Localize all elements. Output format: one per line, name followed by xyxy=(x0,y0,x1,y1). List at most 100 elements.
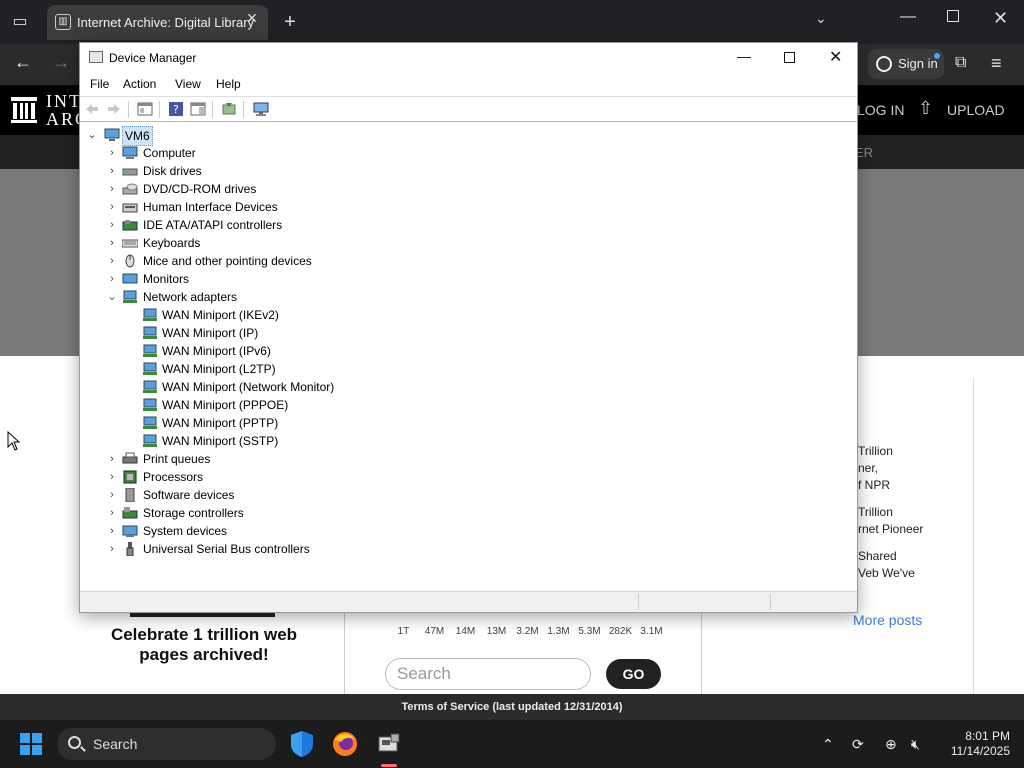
chevron-right-icon[interactable]: › xyxy=(107,504,117,522)
browser-close-button[interactable]: ✕ xyxy=(993,8,1008,29)
tab-close-icon[interactable]: ✕ xyxy=(244,10,260,26)
tree-item-dvd-drives[interactable]: › DVD/CD-ROM drives xyxy=(80,180,380,198)
tree-child-wan-ikev2[interactable]: WAN Miniport (IKEv2) xyxy=(80,306,480,324)
ia-upload-link[interactable]: UPLOAD xyxy=(947,102,1005,118)
ia-login-link[interactable]: LOG IN xyxy=(857,102,904,118)
tree-child-wan-pppoe[interactable]: WAN Miniport (PPPOE) xyxy=(80,396,480,414)
back-icon[interactable] xyxy=(84,101,100,117)
forward-icon[interactable] xyxy=(106,101,122,117)
tree-child-wan-ipv6[interactable]: WAN Miniport (IPv6) xyxy=(80,342,480,360)
chevron-right-icon[interactable]: › xyxy=(107,198,117,216)
browser-maximize-button[interactable] xyxy=(947,10,959,22)
browser-tab[interactable]: ▥ Internet Archive: Digital Library xyxy=(47,5,268,40)
tree-child-wan-l2tp[interactable]: WAN Miniport (L2TP) xyxy=(80,360,480,378)
tab-list-chevron-icon[interactable]: ⌄ xyxy=(815,10,827,27)
volume-muted-icon[interactable]: 🔇︎ xyxy=(911,736,920,753)
tree-item-monitors[interactable]: › Monitors xyxy=(80,270,380,288)
chevron-right-icon[interactable]: › xyxy=(107,180,117,198)
blog-post-line[interactable]: Trillion xyxy=(858,443,893,460)
chevron-right-icon[interactable]: › xyxy=(107,252,117,270)
chevron-right-icon[interactable]: › xyxy=(107,486,117,504)
network-globe-icon[interactable]: ⊕ xyxy=(885,736,897,753)
tree-item-storage-controllers[interactable]: › Storage controllers xyxy=(80,504,380,522)
tree-item-processors[interactable]: › Processors xyxy=(80,468,380,486)
minimize-button[interactable]: — xyxy=(737,48,751,64)
tree-item-computer[interactable]: › Computer xyxy=(80,144,380,162)
ia-go-button[interactable]: GO xyxy=(606,659,661,689)
media-count[interactable]: 14M xyxy=(450,626,481,637)
sign-in-button[interactable]: Sign in xyxy=(868,49,944,79)
system-clock[interactable]: 8:01 PM 11/14/2025 xyxy=(940,729,1010,759)
sync-update-icon[interactable]: ⟳ xyxy=(852,736,864,753)
blog-post-line[interactable]: Veb We've xyxy=(858,565,915,582)
tab-actions-icon[interactable]: ▭ xyxy=(8,10,32,34)
device-manager-titlebar[interactable]: Device Manager — ✕ xyxy=(80,43,857,73)
new-tab-icon[interactable]: + xyxy=(280,10,300,34)
tree-item-print-queues[interactable]: › Print queues xyxy=(80,450,380,468)
chevron-right-icon[interactable]: › xyxy=(107,540,117,558)
back-arrow-icon[interactable]: ← xyxy=(14,52,32,73)
forward-arrow-icon[interactable]: → xyxy=(52,52,70,73)
taskbar-search-box[interactable]: Search xyxy=(57,728,276,760)
tree-item-system-devices[interactable]: › System devices xyxy=(80,522,380,540)
media-count[interactable]: 3.2M xyxy=(512,626,543,637)
menu-view[interactable]: View xyxy=(175,77,201,91)
help-icon[interactable]: ? xyxy=(168,101,184,117)
tree-item-mice[interactable]: › Mice and other pointing devices xyxy=(80,252,380,270)
tree-item-keyboards[interactable]: › Keyboards xyxy=(80,234,380,252)
media-count[interactable]: 3.1M xyxy=(636,626,667,637)
upload-arrow-icon[interactable]: ⇧ xyxy=(918,98,933,119)
chevron-down-icon[interactable]: ⌄ xyxy=(87,126,97,144)
chevron-right-icon[interactable]: › xyxy=(107,144,117,162)
windows-security-shield-icon[interactable] xyxy=(286,728,318,760)
properties-pane-icon[interactable] xyxy=(190,101,206,117)
tree-root[interactable]: ⌄ VM6 xyxy=(80,126,280,146)
menu-action[interactable]: Action xyxy=(123,77,156,91)
tree-item-usb-controllers[interactable]: › Universal Serial Bus controllers xyxy=(80,540,380,558)
tree-item-hid[interactable]: › Human Interface Devices xyxy=(80,198,380,216)
chevron-right-icon[interactable]: › xyxy=(107,468,117,486)
ia-temple-logo-icon[interactable] xyxy=(10,95,38,125)
blog-post-line[interactable]: ner, xyxy=(858,460,878,477)
chevron-right-icon[interactable]: › xyxy=(107,234,117,252)
tree-child-wan-pptp[interactable]: WAN Miniport (PPTP) xyxy=(80,414,480,432)
menu-file[interactable]: File xyxy=(90,77,109,91)
tree-item-ide-controllers[interactable]: › IDE ATA/ATAPI controllers xyxy=(80,216,380,234)
media-count[interactable]: 1T xyxy=(388,626,419,637)
blog-post-line[interactable]: rnet Pioneer xyxy=(858,521,923,538)
tree-child-wan-sstp[interactable]: WAN Miniport (SSTP) xyxy=(80,432,480,450)
chevron-right-icon[interactable]: › xyxy=(107,216,117,234)
tree-item-network-adapters[interactable]: ⌄ Network adapters xyxy=(80,288,380,306)
chevron-right-icon[interactable]: › xyxy=(107,522,117,540)
blog-post-line[interactable]: Shared xyxy=(858,548,897,565)
menu-help[interactable]: Help xyxy=(216,77,241,91)
update-driver-icon[interactable] xyxy=(221,101,237,117)
close-button[interactable]: ✕ xyxy=(829,47,842,67)
media-count[interactable]: 282K xyxy=(605,626,636,637)
extensions-icon[interactable]: ⧉ xyxy=(955,54,966,72)
media-count[interactable]: 47M xyxy=(419,626,450,637)
tree-child-wan-ip[interactable]: WAN Miniport (IP) xyxy=(80,324,480,342)
chevron-right-icon[interactable]: › xyxy=(107,450,117,468)
tree-item-software-devices[interactable]: › Software devices xyxy=(80,486,380,504)
media-count[interactable]: 5.3M xyxy=(574,626,605,637)
browser-minimize-button[interactable]: — xyxy=(900,8,916,26)
firefox-icon[interactable] xyxy=(329,728,361,760)
browser-menu-icon[interactable]: ≡ xyxy=(991,53,1002,74)
more-posts-link[interactable]: More posts xyxy=(853,612,922,628)
blog-post-line[interactable]: Trillion xyxy=(858,504,893,521)
terms-of-service-link[interactable]: Terms of Service (last updated 12/31/201… xyxy=(0,694,1024,720)
show-hidden-icons-chevron-icon[interactable]: ⌃ xyxy=(822,736,834,753)
tree-child-wan-network-monitor[interactable]: WAN Miniport (Network Monitor) xyxy=(80,378,480,396)
chevron-right-icon[interactable]: › xyxy=(107,270,117,288)
show-hide-console-tree-icon[interactable] xyxy=(137,101,153,117)
media-count[interactable]: 13M xyxy=(481,626,512,637)
tree-item-disk-drives[interactable]: › Disk drives xyxy=(80,162,380,180)
maximize-button[interactable] xyxy=(784,52,795,63)
blog-post-line[interactable]: f NPR xyxy=(858,477,890,494)
media-count[interactable]: 1.3M xyxy=(543,626,574,637)
celebrate-headline[interactable]: Celebrate 1 trillion web pages archived! xyxy=(104,625,304,665)
start-windows-icon[interactable] xyxy=(20,733,42,755)
chevron-down-icon[interactable]: ⌄ xyxy=(107,288,117,306)
device-manager-taskbar-icon[interactable] xyxy=(373,728,405,760)
